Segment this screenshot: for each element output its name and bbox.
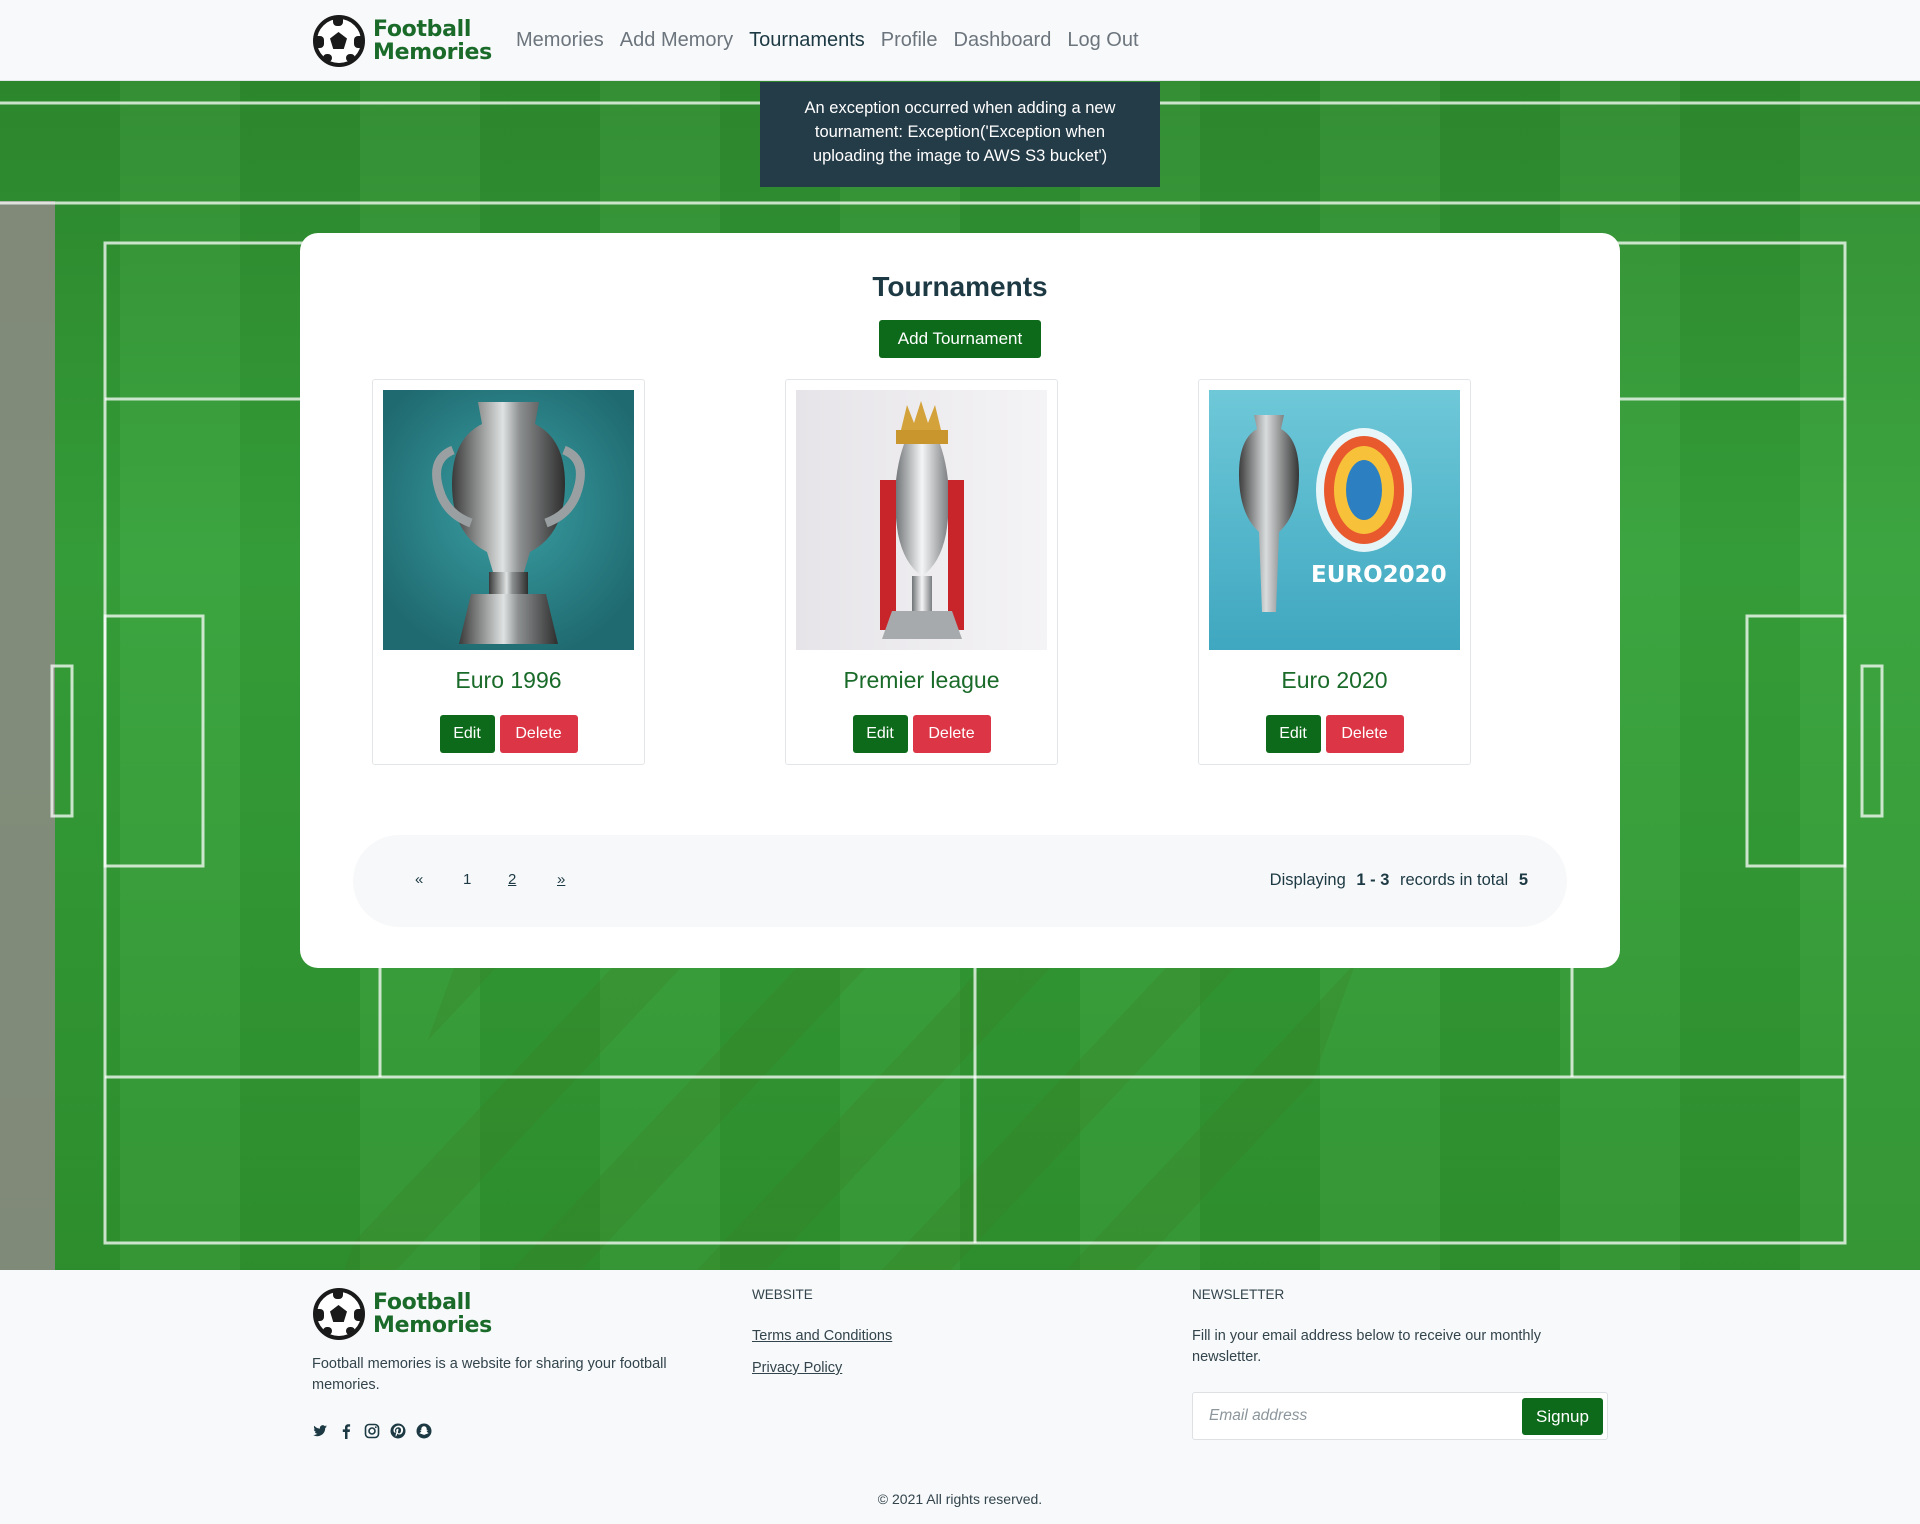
tournament-name: Euro 1996 — [455, 667, 562, 693]
main-nav: Memories Add Memory Tournaments Profile … — [516, 26, 1155, 54]
card-actions: Edit Delete — [786, 715, 1057, 753]
facebook-icon[interactable] — [338, 1423, 354, 1439]
tournament-card: EURO2020 Euro 2020 Edit Delete — [1198, 379, 1471, 765]
records-total: 5 — [1518, 871, 1528, 889]
footer-brand: Football Memories — [313, 1288, 492, 1340]
twitter-icon[interactable] — [312, 1423, 328, 1439]
delete-button[interactable]: Delete — [912, 715, 991, 753]
trophy-icon: EURO2020 — [1209, 390, 1460, 650]
nav-add-memory[interactable]: Add Memory — [620, 26, 733, 54]
brand-logo-link[interactable]: Football Memories — [313, 15, 492, 67]
nav-memories[interactable]: Memories — [516, 26, 604, 54]
football-icon — [313, 1288, 365, 1340]
newsletter-heading: NEWSLETTER — [1192, 1287, 1285, 1302]
footer-about-text: Football memories is a website for shari… — [312, 1356, 667, 1393]
tournament-name: Premier league — [843, 667, 1000, 693]
privacy-link[interactable]: Privacy Policy — [752, 1360, 842, 1376]
edit-button[interactable]: Edit — [1265, 715, 1321, 753]
footer-brand-name: Football Memories — [373, 1291, 492, 1337]
brand-name: Football Memories — [373, 18, 492, 64]
pagination-bar: « 1 2 » Displaying 1 - 3 records in tota… — [353, 835, 1567, 927]
nav-profile[interactable]: Profile — [881, 26, 938, 54]
delete-button[interactable]: Delete — [499, 715, 578, 753]
instagram-icon[interactable] — [364, 1423, 380, 1439]
footer-brand-line-1: Football — [373, 1290, 472, 1315]
pagination-next[interactable]: » — [557, 871, 565, 888]
card-actions: Edit Delete — [1199, 715, 1470, 753]
footer-brand-line-2: Memories — [373, 1313, 492, 1338]
brand-line-1: Football — [373, 17, 472, 42]
newsletter-form: Signup — [1192, 1392, 1608, 1440]
site-footer: Football Memories Football memories is a… — [0, 1270, 1920, 1524]
card-actions: Edit Delete — [373, 715, 644, 753]
nav-tournaments[interactable]: Tournaments — [749, 26, 865, 54]
nav-log-out[interactable]: Log Out — [1067, 26, 1138, 54]
social-links — [312, 1423, 432, 1439]
newsletter-text: Fill in your email address below to rece… — [1192, 1328, 1541, 1365]
records-info: Displaying 1 - 3 records in total 5 — [1270, 871, 1534, 890]
signup-button[interactable]: Signup — [1522, 1398, 1603, 1435]
page-title: Tournaments — [872, 271, 1048, 302]
website-heading: WEBSITE — [752, 1287, 813, 1302]
trophy-icon — [383, 390, 634, 650]
tournament-name: Euro 2020 — [1281, 667, 1388, 693]
records-info-middle: records in total — [1400, 871, 1509, 889]
pinterest-icon[interactable] — [390, 1423, 406, 1439]
error-alert: An exception occurred when adding a new … — [760, 82, 1160, 187]
pagination-prev[interactable]: « — [415, 871, 423, 888]
tournaments-panel: Tournaments Add Tournament Euro 1996 Edi… — [300, 233, 1620, 968]
pagination-page-2[interactable]: 2 — [508, 871, 516, 888]
euro-2020-logo-text: EURO2020 — [1311, 562, 1447, 588]
edit-button[interactable]: Edit — [852, 715, 908, 753]
trophy-icon — [796, 390, 1047, 650]
delete-button[interactable]: Delete — [1325, 715, 1404, 753]
nav-dashboard[interactable]: Dashboard — [954, 26, 1052, 54]
email-input[interactable] — [1193, 1393, 1513, 1439]
records-range: 1 - 3 — [1356, 871, 1390, 889]
copyright: © 2021 All rights reserved. — [877, 1491, 1043, 1507]
pagination-page-1[interactable]: 1 — [463, 871, 471, 888]
tournament-card: Euro 1996 Edit Delete — [372, 379, 645, 765]
records-info-prefix: Displaying — [1269, 871, 1346, 889]
tournament-card: Premier league Edit Delete — [785, 379, 1058, 765]
brand-line-2: Memories — [373, 40, 492, 65]
add-tournament-button[interactable]: Add Tournament — [879, 320, 1041, 358]
terms-link[interactable]: Terms and Conditions — [752, 1328, 892, 1344]
snapchat-icon[interactable] — [416, 1423, 432, 1439]
football-icon — [313, 15, 365, 67]
edit-button[interactable]: Edit — [439, 715, 495, 753]
top-navbar: Football Memories Memories Add Memory To… — [0, 0, 1920, 81]
